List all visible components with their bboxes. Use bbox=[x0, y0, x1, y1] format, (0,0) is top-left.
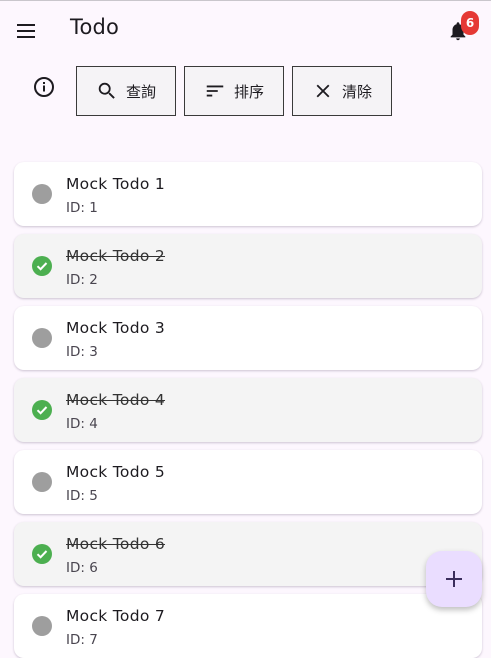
todo-id: ID: 6 bbox=[66, 560, 98, 576]
todo-item[interactable]: Mock Todo 5 ID: 5 bbox=[14, 450, 482, 514]
todo-id: ID: 1 bbox=[66, 200, 98, 216]
check-circle-icon[interactable] bbox=[32, 256, 52, 276]
todo-item[interactable]: Mock Todo 4 ID: 4 bbox=[14, 378, 482, 442]
page-title: Todo bbox=[70, 15, 120, 39]
todo-item[interactable]: Mock Todo 7 ID: 7 bbox=[14, 594, 482, 658]
check-circle-icon[interactable] bbox=[32, 400, 52, 420]
pending-circle-icon[interactable] bbox=[32, 472, 52, 492]
add-todo-button[interactable] bbox=[426, 551, 482, 607]
menu-button[interactable] bbox=[12, 17, 40, 45]
todo-title: Mock Todo 6 bbox=[66, 535, 166, 553]
todo-item[interactable]: Mock Todo 6 ID: 6 bbox=[14, 522, 482, 586]
todo-item[interactable]: Mock Todo 3 ID: 3 bbox=[14, 306, 482, 370]
todo-item[interactable]: Mock Todo 2 ID: 2 bbox=[14, 234, 482, 298]
add-icon bbox=[446, 571, 462, 587]
notification-badge: 6 bbox=[461, 11, 479, 35]
pending-circle-icon[interactable] bbox=[32, 328, 52, 348]
todo-id: ID: 7 bbox=[66, 632, 98, 648]
todo-title: Mock Todo 2 bbox=[66, 247, 166, 265]
clear-button-label: 清除 bbox=[341, 82, 372, 101]
todo-title: Mock Todo 7 bbox=[66, 607, 166, 625]
search-button[interactable]: 查詢 bbox=[76, 66, 176, 116]
menu-icon bbox=[17, 24, 35, 38]
todo-item[interactable]: Mock Todo 1 ID: 1 bbox=[14, 162, 482, 226]
todo-id: ID: 5 bbox=[66, 488, 98, 504]
search-icon bbox=[98, 82, 115, 99]
todo-title: Mock Todo 1 bbox=[66, 175, 166, 193]
notifications-button[interactable]: 6 bbox=[440, 11, 480, 49]
pending-circle-icon[interactable] bbox=[32, 184, 52, 204]
search-button-label: 查詢 bbox=[125, 82, 156, 101]
todo-id: ID: 3 bbox=[66, 344, 98, 360]
sort-icon bbox=[206, 85, 224, 97]
app-bar: Todo 6 bbox=[0, 1, 491, 57]
todo-title: Mock Todo 5 bbox=[66, 463, 166, 481]
pending-circle-icon[interactable] bbox=[32, 616, 52, 636]
close-icon bbox=[316, 84, 330, 98]
sort-button[interactable]: 排序 bbox=[184, 66, 284, 116]
sort-button-label: 排序 bbox=[233, 82, 264, 101]
todo-title: Mock Todo 3 bbox=[66, 319, 166, 337]
todo-id: ID: 4 bbox=[66, 416, 98, 432]
check-circle-icon[interactable] bbox=[32, 544, 52, 564]
info-button[interactable] bbox=[32, 75, 56, 99]
info-icon bbox=[34, 77, 54, 97]
todo-id: ID: 2 bbox=[66, 272, 98, 288]
todo-title: Mock Todo 4 bbox=[66, 391, 166, 409]
clear-button[interactable]: 清除 bbox=[292, 66, 392, 116]
